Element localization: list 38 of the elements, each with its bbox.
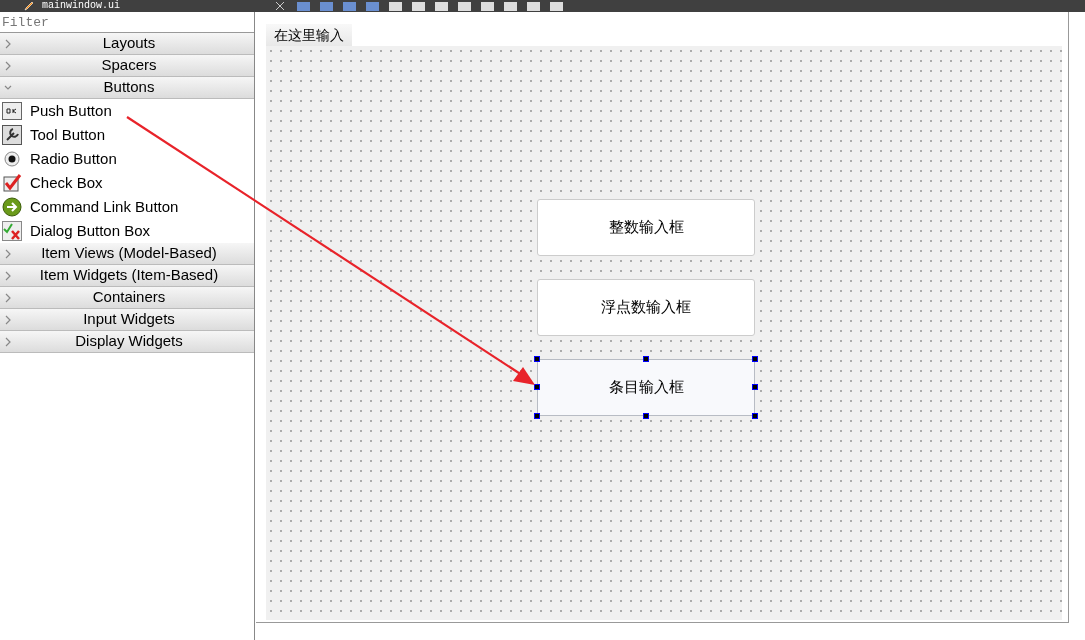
chevron-icon	[4, 314, 12, 325]
window-title: mainwindow.ui	[42, 0, 120, 12]
menu-bar-item[interactable]: 在这里输入	[266, 24, 352, 46]
resize-handle[interactable]	[752, 384, 758, 390]
category-header[interactable]: Item Widgets (Item-Based)	[0, 265, 254, 287]
form-push-button[interactable]: 浮点数输入框	[537, 279, 755, 336]
wrench-icon	[2, 125, 22, 145]
resize-handle[interactable]	[643, 356, 649, 362]
chevron-icon	[4, 248, 12, 259]
form-push-button[interactable]: 整数输入框	[537, 199, 755, 256]
resize-handle[interactable]	[534, 356, 540, 362]
chevron-icon	[4, 270, 12, 281]
checkbox-icon	[2, 173, 22, 193]
category-header[interactable]: Item Views (Model-Based)	[0, 243, 254, 265]
widget-list-item[interactable]: Check Box	[0, 171, 254, 195]
widget-list-item[interactable]: Tool Button	[0, 123, 254, 147]
widget-list-item[interactable]: Command Link Button	[0, 195, 254, 219]
widget-list-item[interactable]: Push Button	[0, 99, 254, 123]
form-push-button[interactable]: 条目输入框	[537, 359, 755, 416]
resize-handle[interactable]	[534, 413, 540, 419]
widget-list-item[interactable]: Radio Button	[0, 147, 254, 171]
resize-handle[interactable]	[752, 413, 758, 419]
resize-handle[interactable]	[752, 356, 758, 362]
ok-button-icon	[2, 102, 22, 120]
resize-handle[interactable]	[534, 384, 540, 390]
resize-handle[interactable]	[643, 413, 649, 419]
chevron-icon	[4, 292, 12, 303]
widget-list-item[interactable]: Dialog Button Box	[0, 219, 254, 243]
category-header[interactable]: Buttons	[0, 77, 254, 99]
chevron-icon	[4, 38, 12, 49]
category-header[interactable]: Spacers	[0, 55, 254, 77]
chevron-icon	[4, 336, 12, 347]
category-header[interactable]: Display Widgets	[0, 331, 254, 353]
close-icon[interactable]	[275, 1, 285, 11]
category-header[interactable]: Layouts	[0, 33, 254, 55]
category-header[interactable]: Input Widgets	[0, 309, 254, 331]
category-header[interactable]: Containers	[0, 287, 254, 309]
chevron-icon	[4, 60, 12, 71]
